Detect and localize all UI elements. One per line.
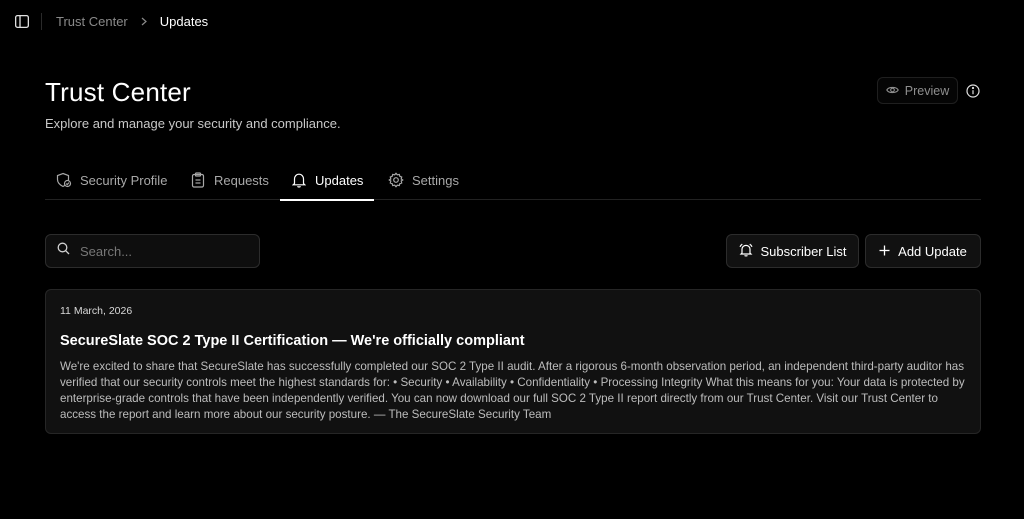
- subscriber-list-label: Subscriber List: [760, 243, 847, 259]
- tab-requests[interactable]: Requests: [190, 160, 269, 200]
- tab-updates[interactable]: Updates: [280, 160, 375, 201]
- chevron-right-icon: [141, 17, 147, 26]
- plus-icon: [879, 244, 890, 259]
- top-bar: Trust Center Updates: [0, 0, 1024, 42]
- search-box[interactable]: [45, 234, 260, 268]
- tab-label: Security Profile: [80, 172, 168, 188]
- tab-label: Settings: [412, 172, 459, 188]
- bell-icon: [291, 172, 307, 188]
- sidebar-toggle-icon[interactable]: [14, 13, 30, 29]
- update-title: SecureSlate SOC 2 Type II Certification …: [60, 333, 525, 349]
- eye-icon: [885, 84, 899, 98]
- tab-security-profile[interactable]: Security Profile: [56, 160, 167, 200]
- add-update-label: Add Update: [898, 243, 967, 259]
- preview-button-label: Preview: [904, 83, 950, 98]
- gear-icon: [388, 172, 404, 188]
- tab-label: Updates: [315, 172, 364, 188]
- breadcrumb-trust-center[interactable]: Trust Center: [56, 14, 128, 29]
- breadcrumb-current: Updates: [159, 14, 209, 29]
- topbar-divider: [41, 13, 42, 30]
- add-update-button[interactable]: Add Update: [865, 234, 981, 268]
- breadcrumb: Trust Center Updates: [56, 13, 208, 30]
- shield-check-icon: [56, 172, 72, 188]
- subscriber-list-button[interactable]: Subscriber List: [726, 234, 859, 268]
- tab-label: Requests: [214, 172, 269, 188]
- clipboard-icon: [190, 172, 206, 188]
- alarm-bell-icon: [738, 243, 753, 260]
- update-date: 11 March, 2026: [60, 305, 133, 317]
- search-icon: [57, 242, 70, 260]
- page-title: Trust Center: [45, 77, 191, 107]
- preview-button[interactable]: Preview: [877, 77, 958, 104]
- info-icon[interactable]: [965, 83, 980, 98]
- tab-settings[interactable]: Settings: [388, 160, 459, 200]
- update-body: We're excited to share that SecureSlate …: [60, 360, 965, 421]
- search-input[interactable]: [80, 243, 250, 259]
- tab-bar: Security Profile Requests Updates Settin…: [45, 160, 981, 201]
- update-card[interactable]: 11 March, 2026 SecureSlate SOC 2 Type II…: [45, 289, 981, 434]
- page-subtitle: Explore and manage your security and com…: [45, 116, 341, 131]
